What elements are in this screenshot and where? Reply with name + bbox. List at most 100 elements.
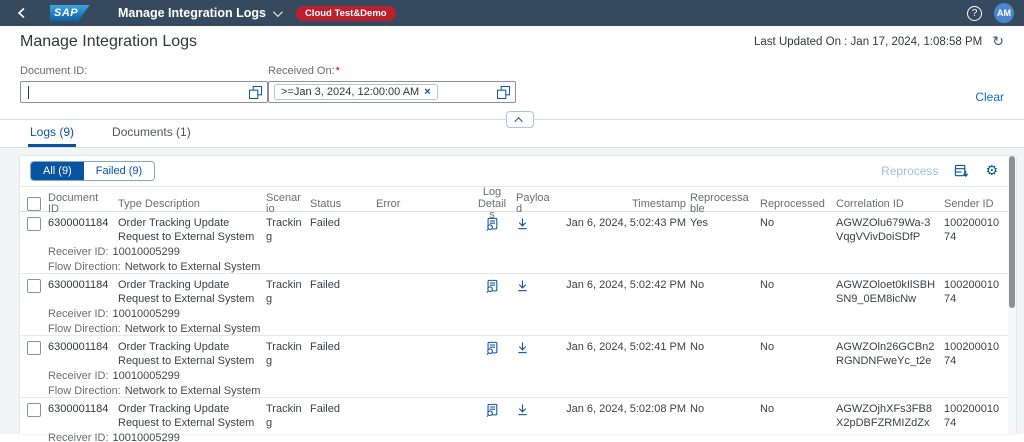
flow-direction-label: Flow Direction:: [48, 261, 121, 273]
reprocessable-cell: No: [690, 279, 760, 306]
flow-direction-label: Flow Direction:: [48, 385, 121, 397]
payload-download-icon[interactable]: [516, 341, 562, 368]
sender-id-cell: 10020001074: [944, 279, 1008, 306]
receiver-id-value: 10010005299: [113, 308, 180, 320]
content-area: All (9) Failed (9) Reprocess ⚙: [0, 148, 1024, 434]
settings-gear-icon[interactable]: ⚙: [985, 164, 998, 178]
reprocessed-cell: No: [760, 279, 836, 306]
receiver-id-value: 10010005299: [113, 370, 180, 382]
col-correlation-id: Correlation ID: [836, 199, 944, 211]
segment-all[interactable]: All (9): [31, 162, 84, 180]
document-id-cell: 6300001184: [48, 403, 118, 430]
sap-logo-text: SAP: [54, 7, 78, 19]
receiver-id-label: Receiver ID:: [48, 370, 109, 382]
correlation-id-cell: AGWZOjhXFs3FB8X2pDBFZRMIZdZx: [836, 403, 944, 430]
value-help-icon[interactable]: [497, 86, 510, 99]
timestamp-cell: Jan 6, 2024, 5:02:43 PM: [562, 217, 690, 244]
back-button[interactable]: [10, 7, 32, 19]
type-description-cell: Order Tracking Update Request to Externa…: [118, 279, 266, 306]
correlation-id-cell: AGWZOloet0kIlSBHSN9_0EM8icNw: [836, 279, 944, 306]
col-status: Status: [310, 199, 376, 211]
document-id-label: Document ID:: [20, 65, 268, 77]
text-cursor: [28, 86, 29, 99]
received-on-input[interactable]: >=Jan 3, 2024, 12:00:00 AM ×: [268, 81, 516, 103]
refresh-icon[interactable]: ↻: [992, 35, 1004, 49]
col-timestamp: Timestamp: [562, 199, 690, 211]
help-icon[interactable]: ?: [967, 6, 982, 21]
row-checkbox[interactable]: [27, 403, 41, 417]
scenario-cell: Tracking: [266, 341, 310, 368]
timestamp-cell: Jan 6, 2024, 5:02:08 PM: [562, 403, 690, 430]
reprocessed-cell: No: [760, 217, 836, 244]
segment-failed[interactable]: Failed (9): [84, 162, 154, 180]
last-updated-text: Last Updated On : Jan 17, 2024, 1:08:58 …: [754, 36, 982, 48]
select-all-checkbox[interactable]: [27, 197, 41, 211]
col-scenario: Scenario: [266, 193, 310, 216]
reprocess-button[interactable]: Reprocess: [881, 164, 938, 178]
correlation-id-cell: AGWZOlu679Wa-3VqgVVivDoiSDfP: [836, 217, 944, 244]
log-details-icon[interactable]: [476, 341, 516, 368]
app-title-menu[interactable]: Manage Integration Logs: [118, 6, 280, 20]
export-icon[interactable]: [954, 164, 969, 179]
value-help-icon[interactable]: [249, 86, 262, 99]
type-description-cell: Order Tracking Update Request to Externa…: [118, 341, 266, 368]
back-chevron-icon: [17, 7, 26, 19]
reprocessed-cell: No: [760, 403, 836, 430]
clear-button[interactable]: Clear: [975, 90, 1004, 104]
remove-token-icon[interactable]: ×: [424, 86, 430, 98]
tab-logs[interactable]: Logs (9): [28, 125, 76, 147]
document-id-cell: 6300001184: [48, 341, 118, 368]
table-header-row: Document ID Type Description Scenario St…: [20, 186, 1008, 212]
col-document-id: Document ID: [48, 193, 118, 216]
reprocessable-cell: Yes: [690, 217, 760, 244]
collapse-filter-button[interactable]: [506, 111, 534, 128]
col-reprocessed: Reprocessed: [760, 199, 836, 211]
row-checkbox[interactable]: [27, 217, 41, 231]
log-details-icon[interactable]: [476, 403, 516, 430]
error-cell: [376, 341, 476, 368]
receiver-id-value: 10010005299: [113, 246, 180, 258]
col-sender-id: Sender ID: [944, 199, 1008, 211]
filter-bar: Document ID: Received On:* >=Jan 3, 2024…: [0, 58, 1024, 120]
col-reprocessable: Reprocessable: [690, 193, 760, 216]
timestamp-cell: Jan 6, 2024, 5:02:41 PM: [562, 341, 690, 368]
row-checkbox[interactable]: [27, 279, 41, 293]
status-cell: Failed: [310, 403, 376, 430]
tab-documents[interactable]: Documents (1): [110, 125, 193, 147]
document-id-input[interactable]: [20, 81, 268, 103]
scenario-cell: Tracking: [266, 217, 310, 244]
table-row: 6300001184 Order Tracking Update Request…: [20, 336, 1016, 398]
receiver-id-label: Receiver ID:: [48, 308, 109, 320]
vertical-scrollbar[interactable]: [1008, 156, 1016, 434]
status-cell: Failed: [310, 217, 376, 244]
environment-badge: Cloud Test&Demo: [296, 6, 396, 21]
filter-token[interactable]: >=Jan 3, 2024, 12:00:00 AM ×: [274, 84, 438, 100]
flow-direction-value: Network to External System: [125, 261, 261, 273]
scrollbar-thumb[interactable]: [1009, 156, 1015, 308]
log-details-icon[interactable]: [476, 279, 516, 306]
type-description-cell: Order Tracking Update Request to Externa…: [118, 403, 266, 430]
table-row: 6300001184 Order Tracking Update Request…: [20, 274, 1016, 336]
flow-direction-value: Network to External System: [125, 323, 261, 335]
row-checkbox[interactable]: [27, 341, 41, 355]
table-row: 6300001184 Order Tracking Update Request…: [20, 398, 1016, 442]
sap-logo[interactable]: SAP: [50, 5, 90, 22]
avatar[interactable]: AM: [994, 3, 1014, 23]
error-cell: [376, 279, 476, 306]
filter-token-text: >=Jan 3, 2024, 12:00:00 AM: [281, 86, 419, 98]
reprocessable-cell: No: [690, 341, 760, 368]
app-title: Manage Integration Logs: [118, 6, 266, 20]
payload-download-icon[interactable]: [516, 279, 562, 306]
error-cell: [376, 217, 476, 244]
reprocessed-cell: No: [760, 341, 836, 368]
correlation-id-cell: AGWZOln26GCBn2RGNDNFweYc_t2e: [836, 341, 944, 368]
page-header: Manage Integration Logs Last Updated On …: [0, 26, 1024, 58]
payload-download-icon[interactable]: [516, 217, 562, 244]
sender-id-cell: 10020001074: [944, 403, 1008, 430]
flow-direction-value: Network to External System: [125, 385, 261, 397]
log-details-icon[interactable]: [476, 217, 516, 244]
page-title: Manage Integration Logs: [20, 33, 197, 51]
payload-download-icon[interactable]: [516, 403, 562, 430]
shellbar: SAP Manage Integration Logs Cloud Test&D…: [0, 0, 1024, 26]
flow-direction-label: Flow Direction:: [48, 323, 121, 335]
